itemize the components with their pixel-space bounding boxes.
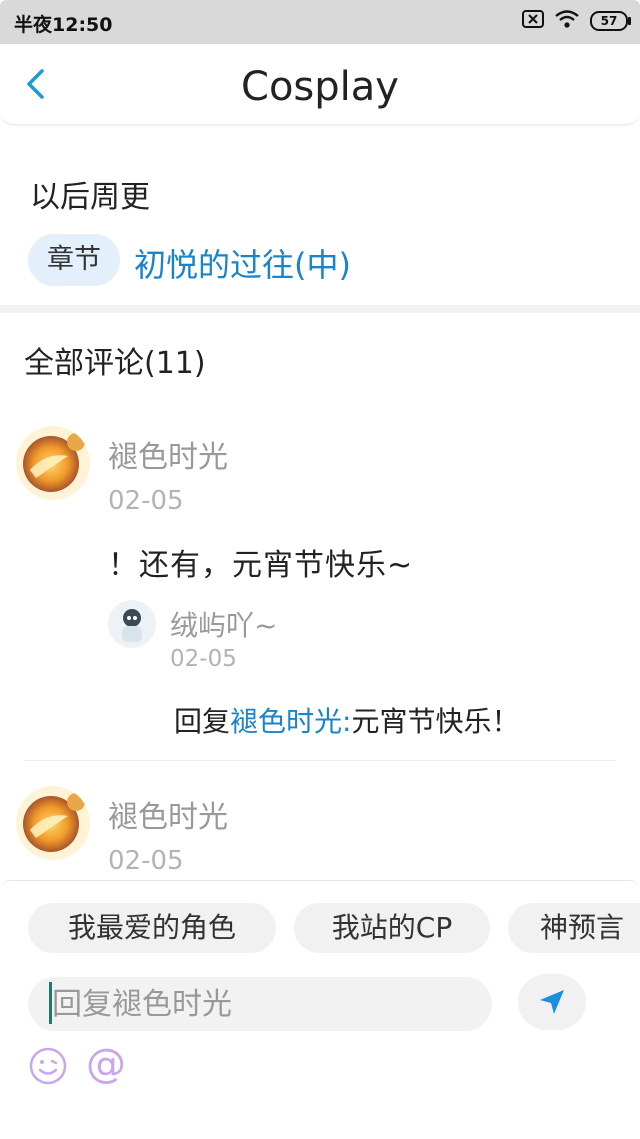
comment-author[interactable]: 褪色时光	[108, 432, 228, 476]
send-button[interactable]	[518, 974, 586, 1030]
section-divider	[0, 305, 640, 313]
at-icon: @	[86, 1041, 126, 1087]
comment-divider	[24, 760, 616, 761]
avatar[interactable]	[108, 600, 156, 648]
reply-text: 回复褪色时光:元宵节快乐！	[174, 700, 519, 740]
comment-text: ！还有，元宵节快乐~	[108, 548, 414, 583]
battery-indicator: 57	[590, 11, 631, 31]
sim-off-icon	[522, 10, 544, 32]
chapter-tag: 章节	[28, 234, 120, 286]
comment-date: 02-05	[108, 846, 184, 876]
reply-prefix: 回复	[174, 705, 231, 738]
reply-mention[interactable]: 褪色时光:	[230, 705, 351, 738]
avatar[interactable]	[16, 786, 90, 860]
topic-chip[interactable]: 神预言	[508, 903, 640, 953]
smiley-icon	[29, 1047, 67, 1085]
comment-date: 02-05	[108, 486, 184, 516]
header: Cosplay	[0, 44, 640, 125]
text-caret	[49, 982, 52, 1024]
status-bar: 半夜12:50 57	[0, 0, 640, 44]
reply-date: 02-05	[170, 646, 237, 672]
mention-button[interactable]: @	[86, 1042, 126, 1086]
reply-author[interactable]: 绒屿吖~	[170, 604, 277, 644]
reply-body: 元宵节快乐！	[351, 705, 520, 738]
emoji-button[interactable]	[28, 1046, 68, 1086]
topic-chip[interactable]: 我最爱的角色	[28, 903, 276, 953]
status-time: 半夜12:50	[14, 14, 113, 36]
update-schedule-note: 以后周更	[30, 180, 150, 215]
comment-author[interactable]: 褪色时光	[108, 792, 228, 836]
chapter-title-link[interactable]: 初悦的过往(中)	[134, 240, 351, 286]
page-title: Cosplay	[241, 64, 399, 110]
topic-chip[interactable]: 我站的CP	[294, 903, 490, 953]
reply-input[interactable]	[28, 977, 492, 1031]
avatar[interactable]	[16, 426, 90, 500]
send-icon	[540, 990, 564, 1014]
status-icons: 57	[522, 9, 631, 33]
wifi-icon	[554, 9, 580, 33]
comments-header: 全部评论(11)	[24, 346, 206, 381]
